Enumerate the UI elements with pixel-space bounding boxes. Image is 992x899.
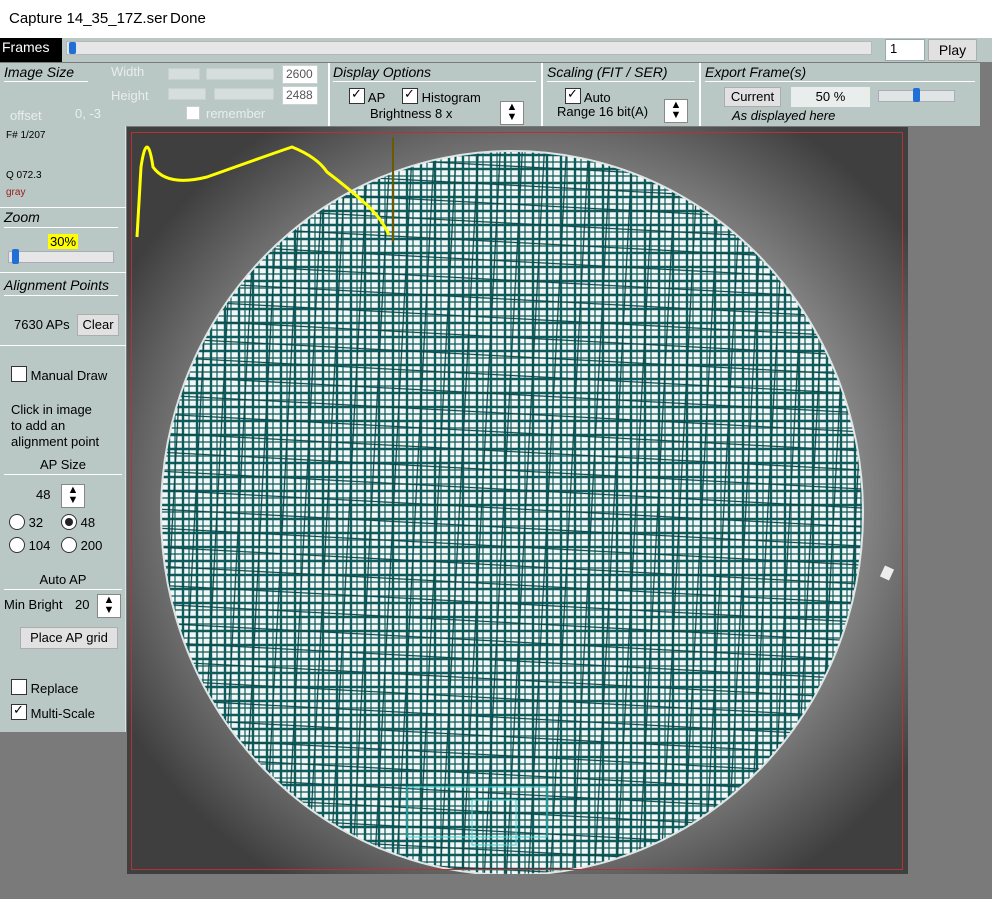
offset-label: offset xyxy=(10,108,42,123)
ap-checkbox[interactable] xyxy=(349,86,365,104)
manual-draw-checkbox[interactable] xyxy=(11,366,27,382)
zoom-slider-thumb[interactable] xyxy=(12,249,19,264)
export-title: Export Frame(s) xyxy=(705,64,975,82)
min-bright-spinner-icon[interactable]: ▲ ▼ xyxy=(97,594,121,618)
ap-size-spinner-icon[interactable]: ▲ ▼ xyxy=(61,484,85,508)
radio-label: 104 xyxy=(28,538,51,553)
replace-label: Replace xyxy=(30,681,79,696)
radio-label: 48 xyxy=(80,515,96,530)
instruction-line: alignment point xyxy=(11,434,100,449)
export-note: As displayed here xyxy=(732,108,836,123)
width-slider-b xyxy=(206,68,274,80)
ap-size-radio-104[interactable]: 104 xyxy=(9,537,50,553)
place-ap-grid-button[interactable]: Place AP grid xyxy=(20,627,118,649)
ap-size-value: 48 xyxy=(36,487,51,502)
frames-slider[interactable] xyxy=(66,41,872,55)
radio-icon[interactable] xyxy=(61,537,77,553)
divider xyxy=(541,63,543,126)
quality-value: Q 072.3 xyxy=(6,170,42,181)
frame-counter: F# 1/207 xyxy=(6,130,46,141)
ap-instructions: Click in image to add an alignment point xyxy=(11,402,99,450)
multi-scale-checkbox[interactable] xyxy=(11,702,27,720)
ap-label: AP xyxy=(367,90,386,105)
alignment-points-title: Alignment Points xyxy=(4,277,118,296)
auto-checkbox[interactable] xyxy=(565,86,581,104)
divider xyxy=(699,63,701,126)
histogram-option[interactable]: Histogram xyxy=(402,86,481,105)
window-status: Done xyxy=(170,10,206,27)
radio-label: 32 xyxy=(28,515,44,530)
radio-label: 200 xyxy=(80,538,103,553)
histogram-checkbox[interactable] xyxy=(402,86,418,104)
radio-icon[interactable] xyxy=(61,514,77,530)
zoom-slider[interactable] xyxy=(8,251,114,263)
width-slider-a xyxy=(168,68,200,80)
zoom-value: 30% xyxy=(48,234,79,249)
ap-size-radio-32[interactable]: 32 xyxy=(9,514,43,530)
divider xyxy=(328,63,330,126)
divider xyxy=(0,272,126,273)
scaling-title: Scaling (FIT / SER) xyxy=(547,64,695,82)
window-title: Capture 14_35_17Z.ser xyxy=(9,10,168,27)
radio-icon[interactable] xyxy=(9,537,25,553)
min-bright-value: 20 xyxy=(75,597,90,612)
brightness-label: Brightness 8 x xyxy=(370,106,453,121)
export-percent: 50 % xyxy=(791,87,870,107)
range-spinner-icon[interactable]: ▲ ▼ xyxy=(664,99,688,123)
auto-ap-title: Auto AP xyxy=(4,572,122,590)
remember-label: remember xyxy=(206,106,266,121)
range-label: Range 16 bit(A) xyxy=(557,104,649,119)
manual-draw-label: Manual Draw xyxy=(30,368,108,383)
frames-label: Frames xyxy=(0,38,62,62)
title-bar: Capture 14_35_17Z.ser Done xyxy=(0,0,992,38)
min-bright-label: Min Bright xyxy=(4,597,63,612)
radio-icon[interactable] xyxy=(9,514,25,530)
width-field: 2600 xyxy=(282,65,318,84)
width-label: Width xyxy=(111,64,145,79)
display-options-title: Display Options xyxy=(333,64,536,82)
frame-number-input[interactable]: 1 xyxy=(885,39,925,61)
replace-option[interactable]: Replace xyxy=(11,679,78,696)
height-slider-b xyxy=(214,88,274,100)
brightness-spinner-icon[interactable]: ▲ ▼ xyxy=(500,101,524,125)
instruction-line: to add an xyxy=(11,418,66,433)
ap-size-radio-200[interactable]: 200 xyxy=(61,537,102,553)
height-label: Height xyxy=(111,88,149,103)
histogram-label: Histogram xyxy=(421,90,481,105)
ap-count: 7630 APs xyxy=(14,317,70,332)
replace-checkbox[interactable] xyxy=(11,679,27,695)
multi-scale-option[interactable]: Multi-Scale xyxy=(11,702,95,721)
ap-size-title: AP Size xyxy=(4,457,122,475)
height-slider-a xyxy=(168,88,206,100)
multi-scale-label: Multi-Scale xyxy=(30,706,95,721)
height-field: 2488 xyxy=(282,86,318,105)
export-current-button[interactable]: Current xyxy=(724,87,781,107)
export-scale-thumb[interactable] xyxy=(913,88,920,102)
play-button[interactable]: Play xyxy=(928,39,977,61)
auto-option[interactable]: Auto xyxy=(565,86,611,105)
frames-slider-thumb[interactable] xyxy=(69,42,76,54)
clear-aps-button[interactable]: Clear xyxy=(77,314,119,336)
divider xyxy=(0,345,126,346)
remember-checkbox xyxy=(186,106,200,120)
zoom-title: Zoom xyxy=(4,209,118,228)
color-mode: gray xyxy=(6,187,26,198)
ap-size-radio-48[interactable]: 48 xyxy=(61,514,95,530)
ap-option[interactable]: AP xyxy=(349,86,386,105)
instruction-line: Click in image xyxy=(11,402,92,417)
auto-label: Auto xyxy=(583,90,611,105)
crop-border xyxy=(131,132,903,870)
offset-value: 0, -3 xyxy=(75,106,102,121)
divider xyxy=(0,207,126,208)
image-size-title: Image Size xyxy=(4,64,88,82)
manual-draw-option[interactable]: Manual Draw xyxy=(11,366,107,383)
